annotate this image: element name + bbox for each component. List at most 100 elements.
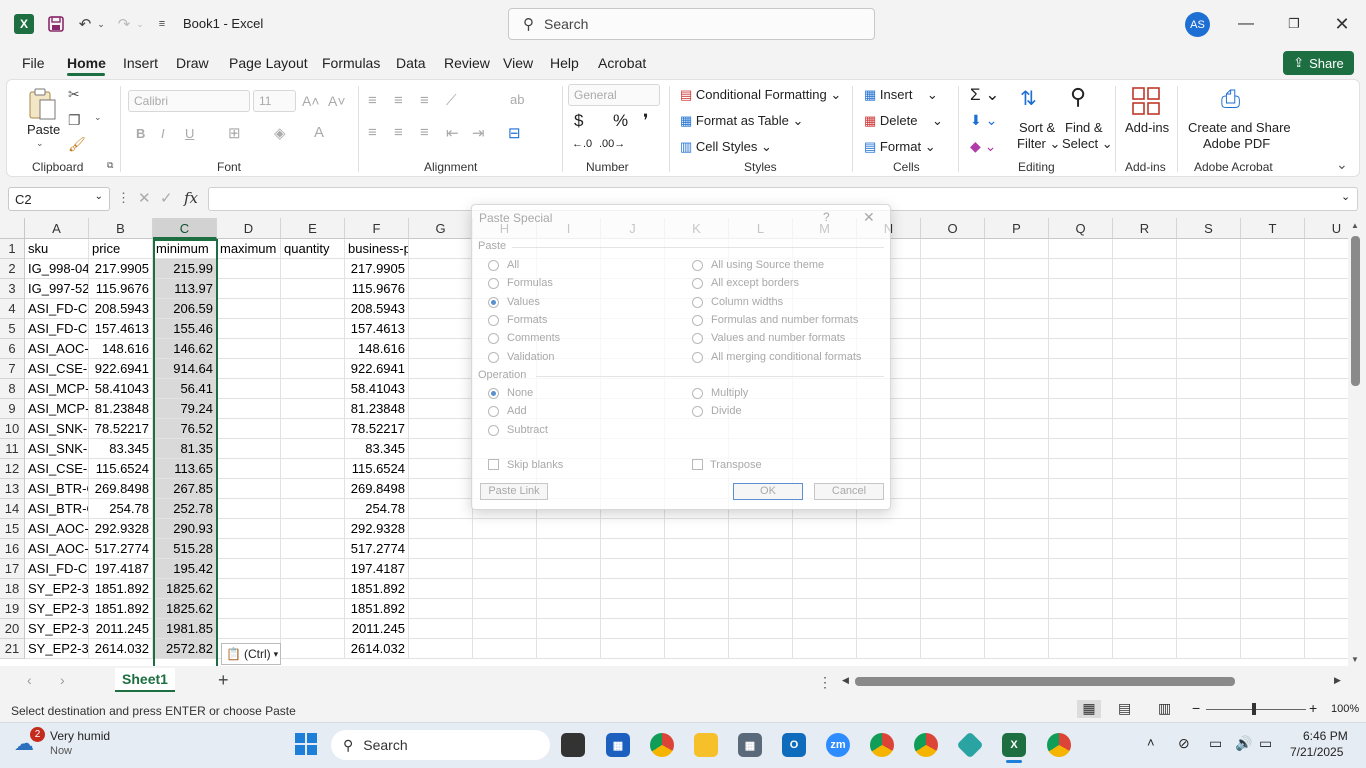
task-view-icon[interactable] bbox=[561, 733, 585, 757]
cancel-button[interactable]: Cancel bbox=[814, 483, 884, 500]
cell-g5[interactable] bbox=[409, 319, 473, 339]
cell-d2[interactable] bbox=[217, 259, 281, 279]
cell-m18[interactable] bbox=[793, 579, 857, 599]
cell-t7[interactable] bbox=[1241, 359, 1305, 379]
cell-o17[interactable] bbox=[921, 559, 985, 579]
cell-t5[interactable] bbox=[1241, 319, 1305, 339]
column-header-s[interactable]: S bbox=[1177, 218, 1241, 239]
paste-all-radio[interactable] bbox=[488, 260, 499, 271]
clipboard-launcher-icon[interactable]: ⧉ bbox=[107, 160, 113, 171]
cell-n21[interactable] bbox=[857, 639, 921, 659]
cell-s8[interactable] bbox=[1177, 379, 1241, 399]
normal-view-icon[interactable]: ▦ bbox=[1077, 700, 1101, 718]
cell-s16[interactable] bbox=[1177, 539, 1241, 559]
cell-t20[interactable] bbox=[1241, 619, 1305, 639]
undo-icon[interactable]: ↶ bbox=[75, 14, 95, 34]
paste-icon[interactable] bbox=[27, 87, 57, 121]
cell-b20[interactable]: 2011.245 bbox=[89, 619, 153, 639]
cell-a8[interactable]: ASI_MCP- bbox=[25, 379, 89, 399]
paste-formulas-radio[interactable] bbox=[488, 278, 499, 290]
clear-icon[interactable]: ◆ ⌄ bbox=[970, 138, 996, 155]
chrome-profile-3-icon[interactable] bbox=[1047, 733, 1071, 757]
cell-i20[interactable] bbox=[537, 619, 601, 639]
cell-p15[interactable] bbox=[985, 519, 1049, 539]
fill-icon[interactable]: ⬇ ⌄ bbox=[970, 112, 997, 129]
cell-g8[interactable] bbox=[409, 379, 473, 399]
cell-i19[interactable] bbox=[537, 599, 601, 619]
cell-d4[interactable] bbox=[217, 299, 281, 319]
cell-p2[interactable] bbox=[985, 259, 1049, 279]
cell-r5[interactable] bbox=[1113, 319, 1177, 339]
cell-s6[interactable] bbox=[1177, 339, 1241, 359]
operation-add-radio[interactable] bbox=[488, 406, 499, 418]
cell-o15[interactable] bbox=[921, 519, 985, 539]
cell-d10[interactable] bbox=[217, 419, 281, 439]
cell-t14[interactable] bbox=[1241, 499, 1305, 519]
cell-f8[interactable]: 58.41043 bbox=[345, 379, 409, 399]
cell-s18[interactable] bbox=[1177, 579, 1241, 599]
paste-comments-radio[interactable] bbox=[488, 333, 499, 345]
scroll-left-icon[interactable]: ◀ bbox=[842, 675, 849, 686]
cell-q20[interactable] bbox=[1049, 619, 1113, 639]
comma-style-icon[interactable]: ❜ bbox=[643, 111, 648, 131]
cell-a6[interactable]: ASI_AOC-S bbox=[25, 339, 89, 359]
cell-p21[interactable] bbox=[985, 639, 1049, 659]
cell-s9[interactable] bbox=[1177, 399, 1241, 419]
cell-f6[interactable]: 148.616 bbox=[345, 339, 409, 359]
cell-d18[interactable] bbox=[217, 579, 281, 599]
sort-filter-icon[interactable]: ⇅ bbox=[1020, 86, 1037, 111]
display-icon[interactable]: ▭ bbox=[1209, 735, 1222, 752]
save-icon[interactable] bbox=[46, 14, 66, 34]
cell-r3[interactable] bbox=[1113, 279, 1177, 299]
cell-s13[interactable] bbox=[1177, 479, 1241, 499]
cell-q9[interactable] bbox=[1049, 399, 1113, 419]
cell-f2[interactable]: 217.9905 bbox=[345, 259, 409, 279]
cell-a3[interactable]: IG_997-52 bbox=[25, 279, 89, 299]
share-button[interactable]: ⇪ Share bbox=[1283, 51, 1354, 75]
cell-o2[interactable] bbox=[921, 259, 985, 279]
cell-a19[interactable]: SY_EP2-33 bbox=[25, 599, 89, 619]
cell-k15[interactable] bbox=[665, 519, 729, 539]
cell-r1[interactable] bbox=[1113, 239, 1177, 259]
cell-a21[interactable]: SY_EP2-33 bbox=[25, 639, 89, 659]
cell-j20[interactable] bbox=[601, 619, 665, 639]
cell-r9[interactable] bbox=[1113, 399, 1177, 419]
conditional-formatting-button[interactable]: ▤ Conditional Formatting ⌄ bbox=[680, 87, 841, 103]
cell-e12[interactable] bbox=[281, 459, 345, 479]
cell-q1[interactable] bbox=[1049, 239, 1113, 259]
paste-dropdown-icon[interactable]: ⌄ bbox=[36, 138, 44, 149]
column-header-q[interactable]: Q bbox=[1049, 218, 1113, 239]
select-all-corner[interactable] bbox=[0, 218, 25, 239]
merge-center-icon[interactable]: ⊟ bbox=[508, 124, 521, 142]
paste-options-button[interactable]: 📋 (Ctrl) ▾ bbox=[221, 643, 281, 665]
cell-a13[interactable]: ASI_BTR-C bbox=[25, 479, 89, 499]
paste-link-button[interactable]: Paste Link bbox=[480, 483, 548, 500]
cell-i16[interactable] bbox=[537, 539, 601, 559]
cell-d3[interactable] bbox=[217, 279, 281, 299]
column-header-a[interactable]: A bbox=[25, 218, 89, 239]
borders-icon[interactable]: ⊞ bbox=[228, 124, 241, 142]
cell-j17[interactable] bbox=[601, 559, 665, 579]
copy-dropdown-icon[interactable]: ⌄ bbox=[94, 112, 102, 123]
cell-s17[interactable] bbox=[1177, 559, 1241, 579]
cell-n17[interactable] bbox=[857, 559, 921, 579]
wrap-text-icon[interactable]: ab bbox=[510, 92, 524, 107]
cell-b19[interactable]: 1851.892 bbox=[89, 599, 153, 619]
cell-o20[interactable] bbox=[921, 619, 985, 639]
cell-q2[interactable] bbox=[1049, 259, 1113, 279]
cell-p7[interactable] bbox=[985, 359, 1049, 379]
vertical-scroll-thumb[interactable] bbox=[1351, 236, 1360, 386]
sort-label[interactable]: Sort & bbox=[1019, 120, 1055, 135]
tab-draw[interactable]: Draw bbox=[176, 55, 209, 71]
cell-n19[interactable] bbox=[857, 599, 921, 619]
cell-j15[interactable] bbox=[601, 519, 665, 539]
cell-p13[interactable] bbox=[985, 479, 1049, 499]
cell-b9[interactable]: 81.23848 bbox=[89, 399, 153, 419]
next-sheet-icon[interactable]: › bbox=[60, 672, 65, 688]
cell-d7[interactable] bbox=[217, 359, 281, 379]
cell-b10[interactable]: 78.52217 bbox=[89, 419, 153, 439]
align-right-icon[interactable]: ≡ bbox=[420, 124, 429, 141]
cell-p18[interactable] bbox=[985, 579, 1049, 599]
cell-p9[interactable] bbox=[985, 399, 1049, 419]
cell-p6[interactable] bbox=[985, 339, 1049, 359]
